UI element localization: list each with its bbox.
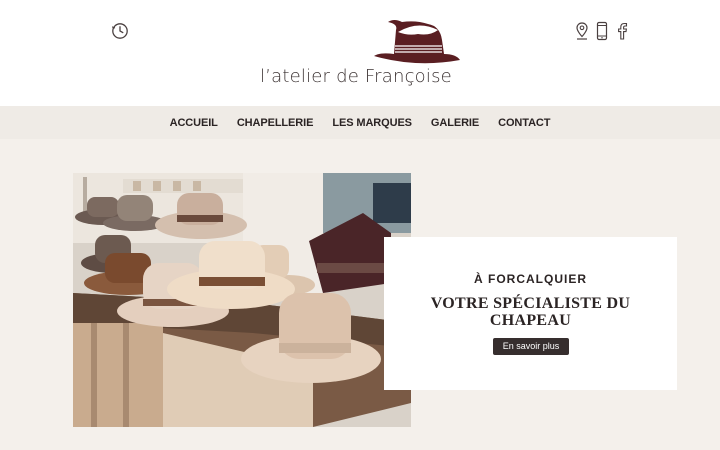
- nav-item-galerie[interactable]: GALERIE: [431, 117, 479, 129]
- nav-item-accueil[interactable]: ACCUEIL: [170, 117, 218, 129]
- facebook-icon[interactable]: [615, 21, 629, 41]
- brand-name: l’atelier de Françoise: [260, 66, 452, 87]
- hat-logo-icon: [374, 20, 460, 64]
- hero-image: [73, 173, 411, 427]
- header-contact-icons: [575, 20, 629, 42]
- clock-icon[interactable]: [111, 22, 129, 40]
- main-nav: ACCUEIL CHAPELLERIE LES MARQUES GALERIE …: [0, 106, 720, 139]
- site-header: l’atelier de Françoise: [0, 0, 720, 106]
- learn-more-button[interactable]: En savoir plus: [493, 338, 569, 355]
- hero-title: VOTRE SPÉCIALISTE DU CHAPEAU: [430, 295, 631, 329]
- nav-item-contact[interactable]: CONTACT: [498, 117, 550, 129]
- map-pin-icon[interactable]: [575, 21, 589, 41]
- nav-item-les-marques[interactable]: LES MARQUES: [332, 117, 412, 129]
- phone-icon[interactable]: [595, 21, 609, 41]
- brand-logo[interactable]: l’atelier de Françoise: [250, 10, 460, 90]
- hero-kicker: À FORCALQUIER: [474, 272, 587, 286]
- hero-card: À FORCALQUIER VOTRE SPÉCIALISTE DU CHAPE…: [384, 237, 677, 390]
- nav-item-chapellerie[interactable]: CHAPELLERIE: [237, 117, 314, 129]
